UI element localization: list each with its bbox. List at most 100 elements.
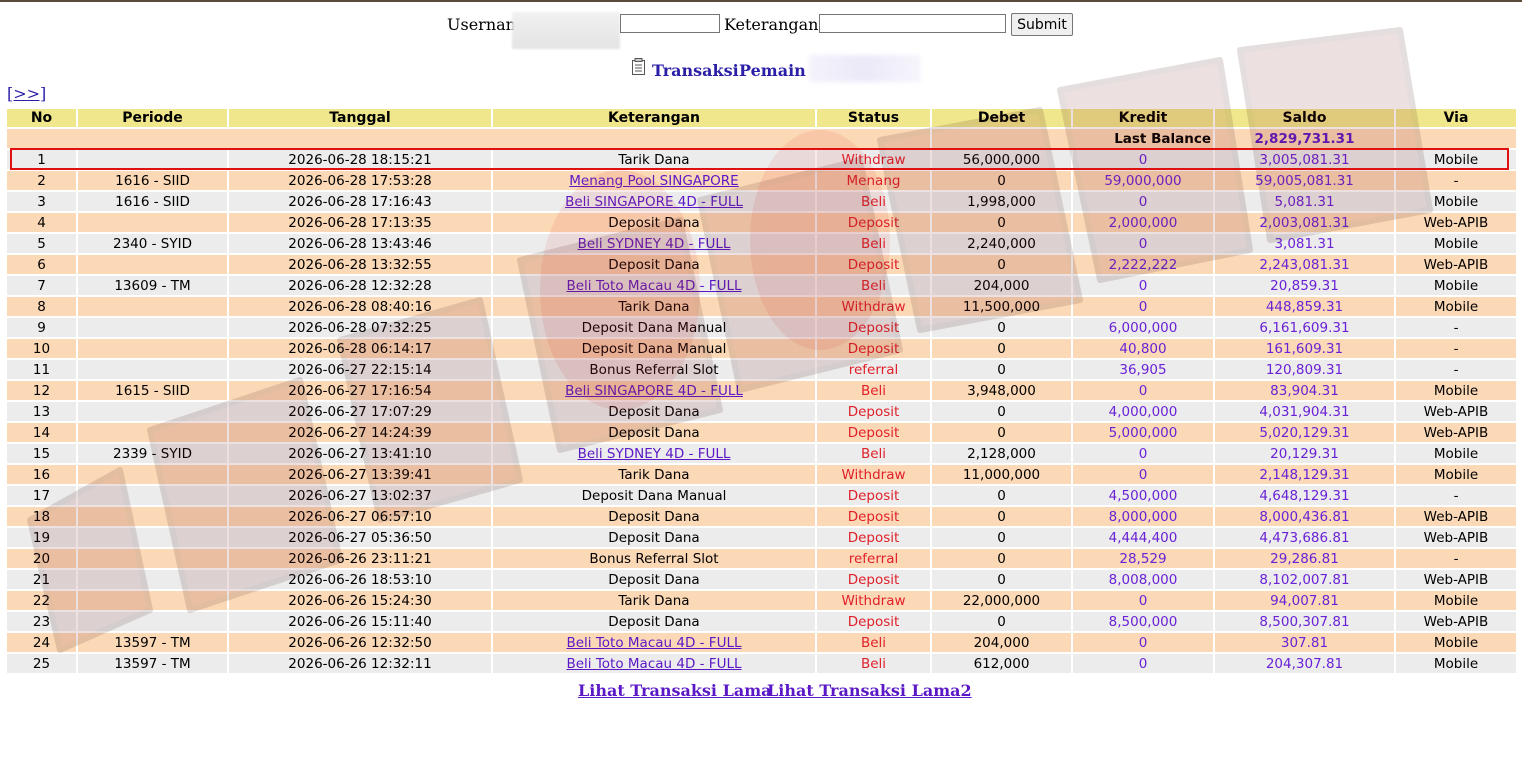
- cell-via: -: [1396, 339, 1516, 358]
- cell-periode: [78, 591, 227, 610]
- cell-saldo: 5,081.31: [1215, 192, 1394, 211]
- cell-debet: 22,000,000: [932, 591, 1071, 610]
- cell-keterangan: Beli Toto Macau 4D - FULL: [493, 633, 815, 652]
- cell-kredit: 4,500,000: [1073, 486, 1213, 505]
- keterangan-link[interactable]: Beli SYDNEY 4D - FULL: [578, 236, 731, 252]
- cell-status: Deposit: [817, 255, 930, 274]
- cell-kredit: 0: [1073, 150, 1213, 169]
- table-row: 10 2026-06-28 06:14:17 Deposit Dana Manual…: [7, 339, 1516, 358]
- cell-saldo: 161,609.31: [1215, 339, 1394, 358]
- table-row: 18 2026-06-27 06:57:10 Deposit Dana Deposit…: [7, 507, 1516, 526]
- col-periode: Periode: [78, 109, 227, 127]
- transactions-table: No Periode Tanggal Keterangan Status Deb…: [5, 107, 1518, 675]
- old-transactions-link[interactable]: Lihat Transaksi Lama: [578, 681, 772, 700]
- cell-kredit: 28,529: [1073, 549, 1213, 568]
- cell-debet: 0: [932, 402, 1071, 421]
- cell-no: 13: [7, 402, 76, 421]
- cell-via: Mobile: [1396, 276, 1516, 295]
- cell-status: Deposit: [817, 486, 930, 505]
- footer-links: Lihat Transaksi Lama Lihat Transaksi Lam…: [0, 681, 1522, 701]
- keterangan-link[interactable]: Menang Pool SINGAPORE: [569, 173, 738, 189]
- cell-saldo: 8,000,436.81: [1215, 507, 1394, 526]
- table-row: 14 2026-06-27 14:24:39 Deposit Dana Deposit…: [7, 423, 1516, 442]
- cell-via: Web-APIB: [1396, 507, 1516, 526]
- table-row: 12 1615 - SIID 2026-06-27 17:16:54 Beli SIN…: [7, 381, 1516, 400]
- cell-via: -: [1396, 171, 1516, 190]
- next-page-link[interactable]: [>>]: [7, 84, 46, 103]
- table-row: 3 1616 - SIID 2026-06-28 17:16:43 Beli SING…: [7, 192, 1516, 211]
- cell-debet: 1,998,000: [932, 192, 1071, 211]
- cell-status: Withdraw: [817, 591, 930, 610]
- table-row: 25 13597 - TM 2026-06-26 12:32:11 Beli Toto…: [7, 654, 1516, 673]
- username-redaction: [512, 12, 620, 49]
- cell-tanggal: 2026-06-27 17:16:54: [229, 381, 491, 400]
- cell-kredit: 0: [1073, 192, 1213, 211]
- cell-no: 4: [7, 213, 76, 232]
- cell-debet: 0: [932, 255, 1071, 274]
- cell-via: Mobile: [1396, 444, 1516, 463]
- keterangan-link[interactable]: Beli Toto Macau 4D - FULL: [566, 278, 741, 294]
- cell-periode: [78, 528, 227, 547]
- cell-saldo: 448,859.31: [1215, 297, 1394, 316]
- cell-tanggal: 2026-06-27 13:41:10: [229, 444, 491, 463]
- cell-no: 17: [7, 486, 76, 505]
- cell-saldo: 3,081.31: [1215, 234, 1394, 253]
- table-row: 20 2026-06-26 23:11:21 Bonus Referral Slot…: [7, 549, 1516, 568]
- cell-keterangan: Beli SINGAPORE 4D - FULL: [493, 381, 815, 400]
- cell-via: Web-APIB: [1396, 528, 1516, 547]
- cell-kredit: 59,000,000: [1073, 171, 1213, 190]
- cell-via: Mobile: [1396, 654, 1516, 673]
- keterangan-input[interactable]: [819, 14, 1006, 33]
- cell-debet: 0: [932, 339, 1071, 358]
- table-row: 6 2026-06-28 13:32:55 Deposit Dana Deposit 0…: [7, 255, 1516, 274]
- col-saldo: Saldo: [1215, 109, 1394, 127]
- pemain-redaction: [809, 55, 921, 82]
- cell-periode: [78, 465, 227, 484]
- cell-tanggal: 2026-06-28 17:16:43: [229, 192, 491, 211]
- cell-debet: 204,000: [932, 633, 1071, 652]
- keterangan-link[interactable]: Beli SINGAPORE 4D - FULL: [565, 194, 743, 210]
- table-row: 4 2026-06-28 17:13:35 Deposit Dana Deposit 0…: [7, 213, 1516, 232]
- cell-no: 12: [7, 381, 76, 400]
- keterangan-link[interactable]: Beli SINGAPORE 4D - FULL: [565, 383, 743, 399]
- cell-periode: [78, 507, 227, 526]
- cell-tanggal: 2026-06-26 12:32:11: [229, 654, 491, 673]
- table-row: 15 2339 - SYID 2026-06-27 13:41:10 Beli SYD…: [7, 444, 1516, 463]
- keterangan-link[interactable]: Beli Toto Macau 4D - FULL: [566, 656, 741, 672]
- cell-saldo: 2,243,081.31: [1215, 255, 1394, 274]
- cell-debet: 0: [932, 423, 1071, 442]
- cell-debet: 2,128,000: [932, 444, 1071, 463]
- cell-kredit: 0: [1073, 381, 1213, 400]
- cell-via: Mobile: [1396, 465, 1516, 484]
- cell-kredit: 0: [1073, 465, 1213, 484]
- cell-periode: 1615 - SIID: [78, 381, 227, 400]
- username-input[interactable]: [620, 14, 720, 33]
- cell-status: referral: [817, 360, 930, 379]
- cell-no: 21: [7, 570, 76, 589]
- col-debet: Debet: [932, 109, 1071, 127]
- cell-periode: [78, 318, 227, 337]
- submit-button[interactable]: Submit: [1011, 13, 1073, 36]
- cell-saldo: 4,031,904.31: [1215, 402, 1394, 421]
- cell-no: 16: [7, 465, 76, 484]
- keterangan-link[interactable]: Beli SYDNEY 4D - FULL: [578, 446, 731, 462]
- table-row: 24 13597 - TM 2026-06-26 12:32:50 Beli Toto…: [7, 633, 1516, 652]
- cell-debet: 0: [932, 318, 1071, 337]
- cell-periode: 2340 - SYID: [78, 234, 227, 253]
- cell-no: 19: [7, 528, 76, 547]
- cell-keterangan: Deposit Dana Manual: [493, 339, 815, 358]
- cell-debet: 3,948,000: [932, 381, 1071, 400]
- cell-via: Mobile: [1396, 234, 1516, 253]
- cell-no: 7: [7, 276, 76, 295]
- cell-keterangan: Deposit Dana: [493, 423, 815, 442]
- cell-keterangan: Menang Pool SINGAPORE: [493, 171, 815, 190]
- cell-via: Web-APIB: [1396, 570, 1516, 589]
- cell-periode: [78, 423, 227, 442]
- keterangan-link[interactable]: Beli Toto Macau 4D - FULL: [566, 635, 741, 651]
- col-no: No: [7, 109, 76, 127]
- cell-no: 18: [7, 507, 76, 526]
- cell-status: Deposit: [817, 528, 930, 547]
- cell-debet: 0: [932, 528, 1071, 547]
- old-transactions-link-2[interactable]: Lihat Transaksi Lama2: [767, 681, 972, 700]
- cell-kredit: 36,905: [1073, 360, 1213, 379]
